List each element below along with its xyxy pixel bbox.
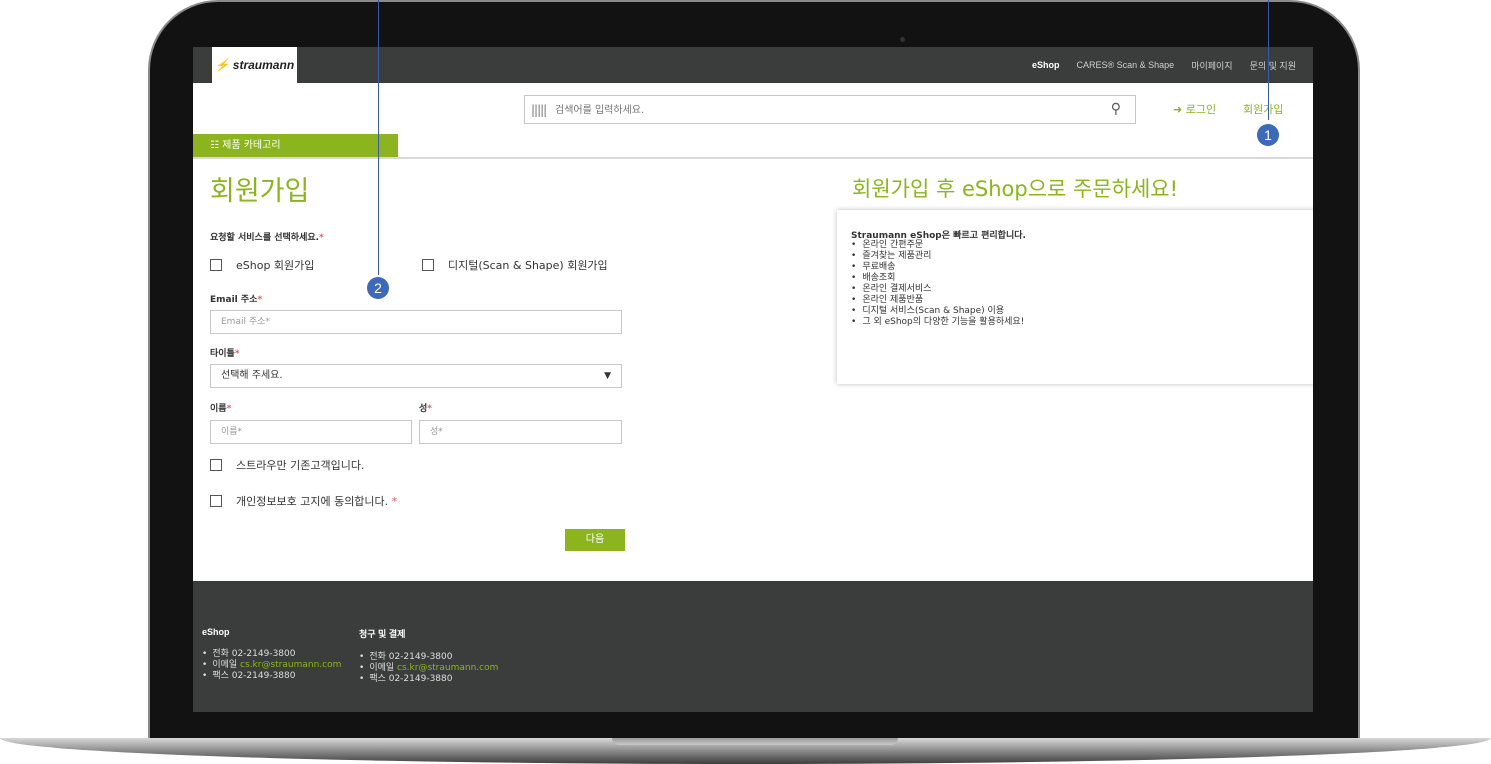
footer-billing-title: 청구 및 결제: [359, 629, 406, 639]
logo-text: straumann: [232, 58, 295, 72]
first-name-field[interactable]: 이름*: [210, 420, 412, 444]
benefits-box: Straumann eShop은 빠르고 편리합니다. 온라인 간편주문 즐겨찾…: [837, 210, 1313, 384]
existing-customer-label: 스트라우만 기존고객입니다.: [236, 459, 365, 472]
browser-screen: ⚡ straumann eShop CARES® Scan & Shape 마이페…: [193, 47, 1313, 712]
barcode-icon[interactable]: |||||: [531, 103, 547, 117]
nav-eshop[interactable]: eShop: [1032, 60, 1060, 70]
footer-billing-column: 청구 및 결제 전화 02-2149-3800 이메일 cs.kr@straum…: [359, 627, 498, 685]
title-select-value: 선택해 주세요.: [221, 370, 283, 381]
benefits-list: 온라인 간편주문 즐겨찾는 제품관리 무료배송 배송조회 온라인 결제서비스 온…: [851, 240, 1024, 328]
digital-checkbox[interactable]: [422, 259, 434, 271]
last-name-label: 성*: [419, 404, 432, 414]
logo-icon: ⚡: [214, 58, 230, 72]
list-item: 무료배송: [851, 262, 1024, 273]
title-select[interactable]: 선택해 주세요. ▼: [210, 364, 622, 388]
footer-email: 이메일 cs.kr@straumann.com: [359, 663, 498, 674]
grid-icon: ☷: [210, 140, 223, 151]
login-icon: ➜: [1173, 103, 1186, 116]
footer-fax: 팩스 02-2149-3880: [202, 671, 341, 682]
annotation-line-1: [1268, 0, 1269, 120]
header-divider: [193, 157, 1313, 159]
search-icon[interactable]: ⚲: [1111, 101, 1121, 117]
search-bar: ||||| ⚲: [524, 95, 1136, 124]
login-label: 로그인: [1185, 103, 1217, 116]
eshop-option-label: eShop 회원가입: [236, 259, 315, 272]
footer-phone: 전화 02-2149-3800: [359, 652, 498, 663]
promo-heading: 회원가입 후 eShop으로 주문하세요!: [852, 177, 1179, 201]
list-item: 디지털 서비스(Scan & Shape) 이용: [851, 306, 1024, 317]
nav-support[interactable]: 문의 및 지원: [1250, 59, 1296, 72]
page-title: 회원가입: [210, 176, 310, 207]
login-link[interactable]: ➜ 로그인: [1173, 101, 1216, 117]
footer-fax: 팩스 02-2149-3880: [359, 674, 498, 685]
footer-email-link[interactable]: cs.kr@straumann.com: [240, 660, 341, 670]
signup-link[interactable]: 회원가입: [1243, 101, 1283, 117]
annotation-badge-2: 2: [367, 277, 389, 299]
eshop-checkbox[interactable]: [210, 259, 222, 271]
email-label: Email 주소*: [210, 295, 263, 305]
list-item: 그 외 eShop의 다양한 기능을 활용하세요!: [851, 317, 1024, 328]
privacy-checkbox[interactable]: [210, 495, 222, 507]
list-item: 배송조회: [851, 273, 1024, 284]
list-item: 온라인 결제서비스: [851, 284, 1024, 295]
laptop-notch: [612, 738, 898, 745]
caret-down-icon: ▼: [604, 371, 611, 381]
list-item: 온라인 제품반품: [851, 295, 1024, 306]
top-navigation-bar: ⚡ straumann eShop CARES® Scan & Shape 마이페…: [193, 47, 1313, 83]
existing-customer-checkbox[interactable]: [210, 459, 222, 471]
footer-phone: 전화 02-2149-3800: [202, 649, 341, 660]
title-label: 타이틀*: [210, 349, 240, 359]
category-label: 제품 카테고리: [222, 140, 281, 151]
email-field[interactable]: Email 주소*: [210, 310, 622, 334]
footer-email: 이메일 cs.kr@straumann.com: [202, 660, 341, 671]
first-name-label: 이름*: [210, 404, 232, 414]
next-button[interactable]: 다음: [565, 529, 625, 551]
list-item: 즐겨찾는 제품관리: [851, 251, 1024, 262]
annotation-badge-1: 1: [1257, 124, 1279, 146]
nav-mypage[interactable]: 마이페이지: [1191, 59, 1232, 72]
service-label: 요청할 서비스를 선택하세요.*: [210, 233, 324, 243]
last-name-field[interactable]: 성*: [419, 420, 622, 444]
search-input[interactable]: [553, 98, 1097, 122]
top-nav: eShop CARES® Scan & Shape 마이페이지 문의 및 지원: [1032, 47, 1313, 83]
footer-eshop-title: eShop: [202, 627, 230, 637]
footer-eshop-column: eShop 전화 02-2149-3800 이메일 cs.kr@strauman…: [202, 627, 341, 682]
nav-cares[interactable]: CARES® Scan & Shape: [1077, 60, 1175, 70]
product-category-button[interactable]: ☷ 제품 카테고리: [193, 134, 398, 157]
footer: eShop 전화 02-2149-3800 이메일 cs.kr@strauman…: [193, 581, 1313, 712]
camera-dot: [900, 37, 905, 42]
footer-email-link[interactable]: cs.kr@straumann.com: [397, 663, 498, 673]
privacy-label: 개인정보보호 고지에 동의합니다. *: [236, 495, 398, 508]
digital-option-label: 디지털(Scan & Shape) 회원가입: [448, 259, 608, 272]
annotation-line-2: [378, 0, 379, 275]
list-item: 온라인 간편주문: [851, 240, 1024, 251]
straumann-logo[interactable]: ⚡ straumann: [212, 47, 297, 83]
